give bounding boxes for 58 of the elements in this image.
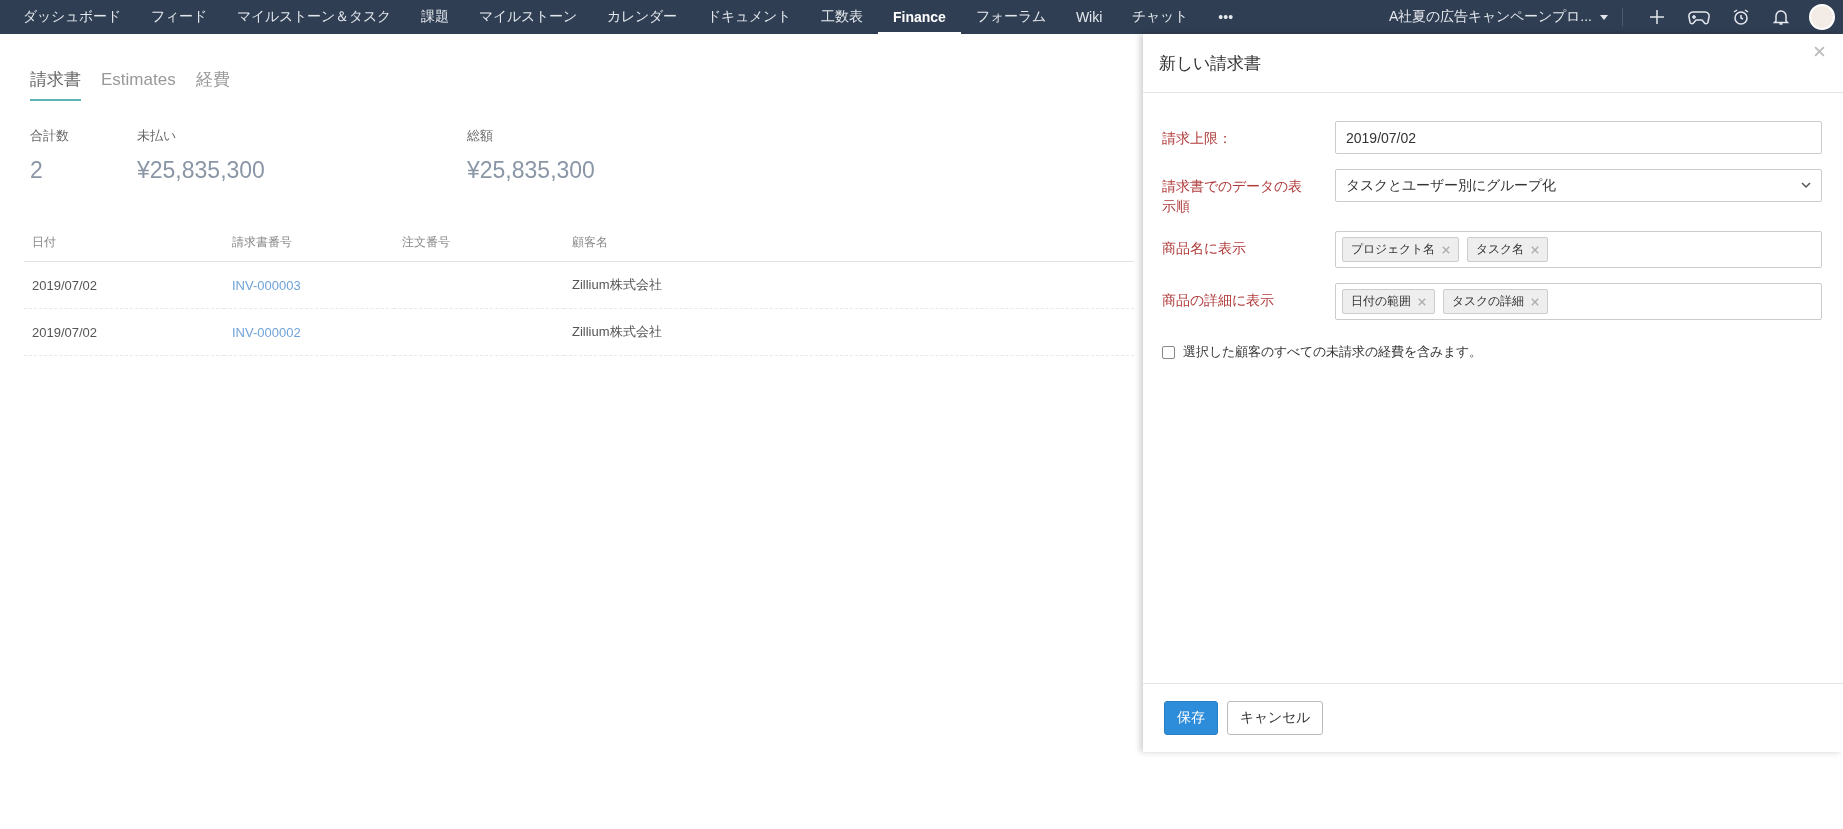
field-label: 請求上限： xyxy=(1162,129,1233,148)
stat-label: 総額 xyxy=(467,127,494,145)
tag-chip: 日付の範囲 xyxy=(1342,289,1435,314)
tag-chip: タスク名 xyxy=(1467,237,1548,262)
date-cell: 2019/07/02 xyxy=(24,308,224,356)
close-icon[interactable] xyxy=(1814,46,1825,57)
date-field[interactable]: 2019/07/02 xyxy=(1335,121,1822,154)
remove-icon[interactable] xyxy=(1442,245,1450,254)
project-selector[interactable]: A社夏の広告キャンペーンプロ... xyxy=(1389,8,1608,26)
nav-tab[interactable]: ••• xyxy=(1203,0,1249,34)
tag-field[interactable]: プロジェクト名 タスク名 xyxy=(1335,231,1822,268)
caret-icon xyxy=(1600,14,1608,20)
nav-tab[interactable]: Wiki xyxy=(1060,0,1118,34)
stat-label: 未払い xyxy=(137,127,177,145)
column-header: 日付 xyxy=(24,234,224,262)
chevron-down-icon xyxy=(1801,182,1811,189)
nav-tab[interactable]: ドキュメント xyxy=(692,0,806,34)
tag-chip: プロジェクト名 xyxy=(1342,237,1459,262)
nav-tab[interactable]: Finance xyxy=(878,0,961,34)
customer-cell: Zillium株式会社 xyxy=(564,308,1134,356)
tab[interactable]: 請求書 xyxy=(30,62,81,101)
column-header: 注文番号 xyxy=(394,234,564,262)
customer-cell: Zillium株式会社 xyxy=(564,261,1134,309)
checkbox-label: 選択した顧客のすべての未請求の経費を含みます。 xyxy=(1183,343,1482,361)
field-label: 商品の詳細に表示 xyxy=(1162,291,1275,310)
avatar[interactable] xyxy=(1809,4,1835,30)
add-icon[interactable] xyxy=(1648,8,1666,26)
save-button[interactable]: 保存 xyxy=(1164,701,1218,735)
panel-title: 新しい請求書 xyxy=(1159,52,1261,75)
gamepad-icon[interactable] xyxy=(1688,8,1710,26)
nav-tab[interactable]: ダッシュボード xyxy=(8,0,136,34)
bell-icon[interactable] xyxy=(1772,8,1790,26)
alarm-clock-icon[interactable] xyxy=(1732,8,1750,26)
nav-tab[interactable]: 工数表 xyxy=(806,0,878,34)
stat-value: 2 xyxy=(30,157,44,184)
checkbox[interactable] xyxy=(1162,345,1175,359)
date-cell: 2019/07/02 xyxy=(24,261,224,309)
nav-tab[interactable]: 課題 xyxy=(406,0,464,34)
nav-tab[interactable]: チャット xyxy=(1117,0,1204,34)
nav-tab[interactable]: フォーラム xyxy=(960,0,1061,34)
nav-tab[interactable]: マイルストーン＆タスク xyxy=(222,0,406,34)
field-label: 商品名に表示 xyxy=(1162,239,1247,258)
nav-tab[interactable]: フィード xyxy=(136,0,222,34)
stat-label: 合計数 xyxy=(30,127,70,145)
tag-field[interactable]: 日付の範囲 タスクの詳細 xyxy=(1335,283,1822,320)
dropdown-field[interactable]: タスクとユーザー別にグループ化 xyxy=(1335,169,1822,202)
stat-value: ¥25,835,300 xyxy=(137,157,266,184)
cancel-button[interactable]: キャンセル xyxy=(1227,701,1323,735)
field-label: 請求書でのデータの表示順 xyxy=(1162,177,1303,216)
stat-value: ¥25,835,300 xyxy=(467,157,595,184)
column-header: 請求書番号 xyxy=(224,234,394,262)
nav-tab[interactable]: マイルストーン xyxy=(464,0,592,34)
remove-icon[interactable] xyxy=(1531,245,1539,254)
tag-chip: タスクの詳細 xyxy=(1443,289,1548,314)
nav-tab[interactable]: カレンダー xyxy=(592,0,692,34)
column-header: 顧客名 xyxy=(564,234,1134,262)
remove-icon[interactable] xyxy=(1418,297,1426,306)
remove-icon[interactable] xyxy=(1531,297,1539,306)
